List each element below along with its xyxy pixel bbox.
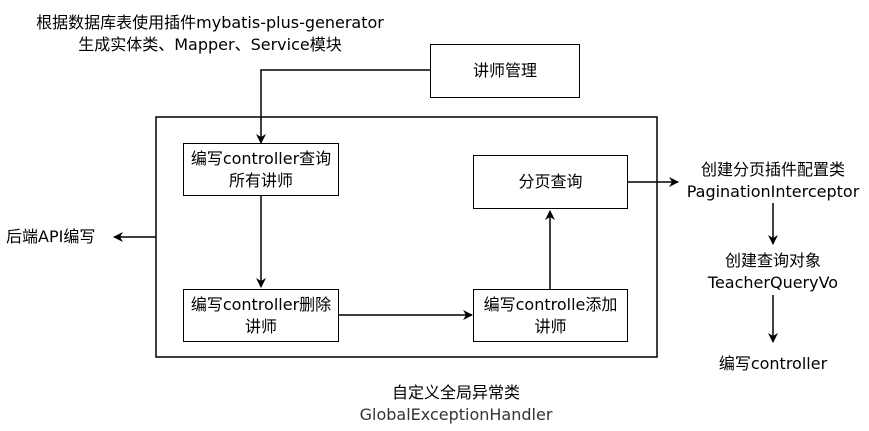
- add-line2: 讲师: [534, 316, 567, 336]
- add-line1: 编写controlle添加: [483, 294, 618, 314]
- global-exception-line2: GlobalExceptionHandler: [359, 405, 553, 424]
- pagination-config-note: 创建分页插件配置类 PaginationInterceptor: [680, 159, 866, 203]
- backend-api-label: 后端API编写: [6, 227, 96, 246]
- query-all-line1: 编写controller查询: [190, 148, 332, 168]
- write-controller-label: 编写controller: [718, 354, 828, 373]
- delete-line1: 编写controller删除: [190, 294, 332, 314]
- query-object-line2: TeacherQueryVo: [707, 273, 839, 292]
- generator-note-line2: 生成实体类、Mapper、Service模块: [78, 35, 342, 54]
- delete-box: 编写controller删除 讲师: [183, 289, 339, 342]
- query-object-note: 创建查询对象 TeacherQueryVo: [690, 250, 856, 294]
- generator-note-line1: 根据数据库表使用插件mybatis-plus-generator: [36, 13, 384, 32]
- global-exception-note: 自定义全局异常类 GlobalExceptionHandler: [336, 382, 576, 426]
- query-all-box: 编写controller查询 所有讲师: [183, 143, 339, 196]
- delete-line2: 讲师: [244, 316, 277, 336]
- global-exception-line1: 自定义全局异常类: [391, 383, 520, 402]
- teacher-management-box: 讲师管理: [430, 44, 580, 98]
- page-query-box: 分页查询: [473, 155, 628, 209]
- pagination-config-line1: 创建分页插件配置类: [700, 160, 845, 179]
- page-query-label: 分页查询: [518, 172, 583, 191]
- arrow-mgmt-to-query: [256, 69, 430, 144]
- pagination-config-line2: PaginationInterceptor: [686, 182, 860, 201]
- query-object-line1: 创建查询对象: [724, 251, 821, 270]
- generator-note: 根据数据库表使用插件mybatis-plus-generator 生成实体类、M…: [20, 12, 400, 56]
- teacher-management-label: 讲师管理: [472, 61, 537, 80]
- add-box: 编写controlle添加 讲师: [473, 289, 628, 342]
- query-all-line2: 所有讲师: [228, 170, 293, 190]
- write-controller-note: 编写controller: [700, 353, 846, 375]
